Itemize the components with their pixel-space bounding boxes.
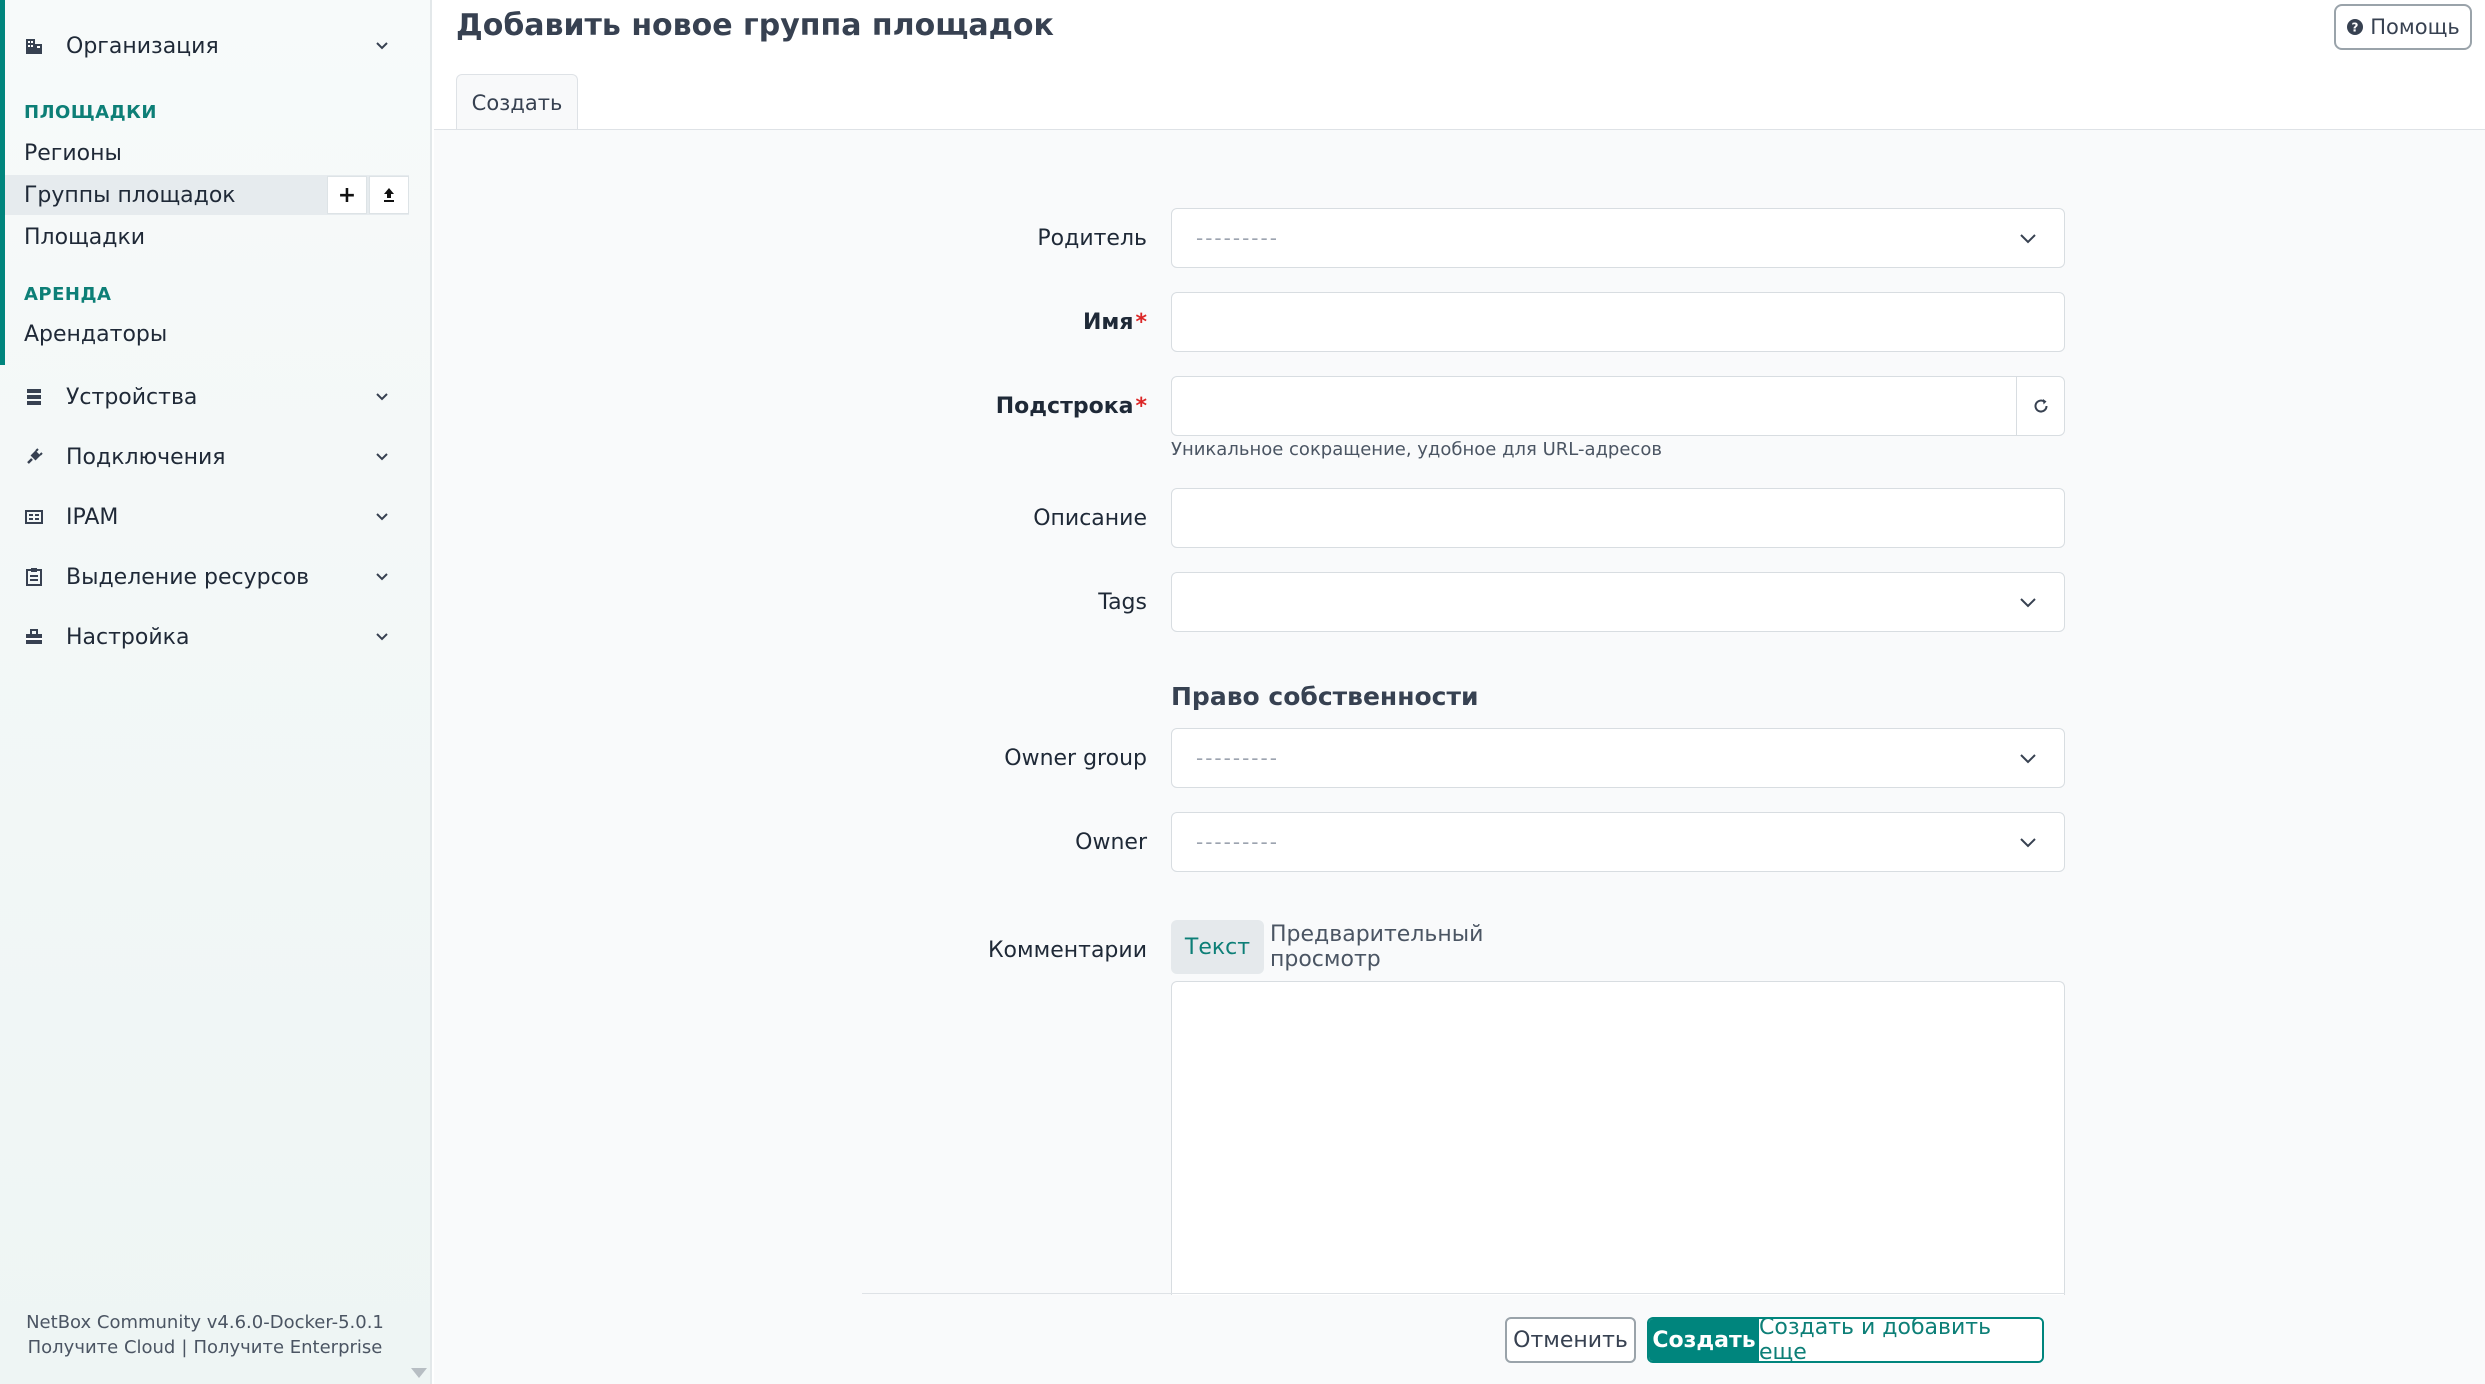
sidebar-item-tenants[interactable]: Арендаторы [5, 314, 409, 354]
add-site-group-button[interactable]: + [327, 176, 367, 214]
nav-section-customization[interactable]: Настройка [0, 607, 432, 667]
chevron-down-icon [372, 627, 392, 647]
parent-select[interactable]: --------- [1171, 208, 2065, 268]
sidebar-item-label: Площадки [24, 224, 146, 250]
nav-section-label: Выделение ресурсов [66, 564, 310, 590]
nav-section-connections[interactable]: Подключения [0, 427, 432, 487]
sidebar-item-label: Арендаторы [24, 321, 168, 347]
name-field[interactable] [1171, 292, 2065, 352]
nav-section-devices[interactable]: Устройства [0, 367, 432, 427]
sidebar-item-regions[interactable]: Регионы [5, 133, 409, 173]
svg-text:?: ? [2352, 21, 2359, 35]
server-icon [24, 387, 44, 407]
slug-label: Подстрока * [996, 376, 1147, 436]
owner-group-label: Owner group [1004, 745, 1147, 771]
sidebar-item-site-groups[interactable]: Группы площадок + [5, 175, 409, 215]
chevron-down-icon [372, 36, 392, 56]
owner-select[interactable]: --------- [1171, 812, 2065, 872]
owner-group-select[interactable]: --------- [1171, 728, 2065, 788]
chevron-down-icon [372, 387, 392, 407]
create-button[interactable]: Создать [1649, 1319, 1759, 1361]
tags-select[interactable] [1171, 572, 2065, 632]
slug-input[interactable] [1196, 394, 2016, 418]
ipam-icon [24, 507, 44, 527]
ownership-section-title: Право собственности [1171, 682, 1479, 711]
owner-label: Owner [1075, 829, 1147, 855]
question-circle-icon: ? [2347, 19, 2364, 35]
comments-textarea[interactable] [1171, 981, 2065, 1295]
slug-help-text: Уникальное сокращение, удобное для URL-а… [1171, 439, 1662, 460]
slug-field[interactable] [1171, 376, 2065, 436]
group-heading-tenancy: АРЕНДА [24, 284, 112, 305]
nav-section-provisioning[interactable]: Выделение ресурсов [0, 547, 432, 607]
tags-label: Tags [1098, 589, 1147, 615]
comments-label: Комментарии [987, 937, 1147, 963]
footer-links: Получите Cloud | Получите Enterprise [0, 1337, 410, 1358]
chevron-down-icon [2016, 233, 2040, 244]
required-marker: * [1135, 393, 1147, 419]
name-label: Имя * [1083, 292, 1147, 352]
nav-section-label: Устройства [66, 384, 198, 410]
required-marker: * [1135, 309, 1147, 335]
refresh-icon [2034, 399, 2048, 413]
chevron-down-icon [372, 447, 392, 467]
nav-section-label: IPAM [66, 504, 119, 530]
create-and-add-another-button[interactable]: Создать и добавить еще [1759, 1319, 2042, 1361]
chevron-down-icon [2016, 837, 2040, 848]
cancel-button[interactable]: Отменить [1505, 1317, 1636, 1363]
description-field[interactable] [1171, 488, 2065, 548]
page-title: Добавить новое группа площадок [456, 8, 1054, 43]
footer-separator: | [181, 1337, 188, 1358]
nav-section-label: Организация [66, 33, 219, 59]
group-heading-sites: ПЛОЩАДКИ [24, 102, 157, 123]
get-enterprise-link[interactable]: Получите Enterprise [193, 1337, 382, 1358]
description-input[interactable] [1196, 506, 2040, 530]
scroll-down-icon[interactable] [411, 1368, 427, 1378]
owner-group-select-value: --------- [1196, 746, 1279, 770]
chevron-down-icon [372, 567, 392, 587]
regenerate-slug-button[interactable] [2016, 377, 2064, 435]
name-input[interactable] [1196, 310, 2040, 334]
get-cloud-link[interactable]: Получите Cloud [28, 1337, 176, 1358]
chevron-down-icon [2016, 753, 2040, 764]
tab-create[interactable]: Создать [456, 74, 578, 130]
tab-preview[interactable]: Предварительный просмотр [1270, 920, 1588, 974]
sidebar: Организация ПЛОЩАДКИ Регионы Группы площ… [0, 0, 432, 1384]
clipboard-icon [24, 567, 44, 587]
chevron-down-icon [2016, 597, 2040, 608]
form-footer-divider [862, 1293, 2065, 1294]
sidebar-item-label: Регионы [24, 140, 122, 166]
tab-text[interactable]: Текст [1171, 920, 1264, 974]
chevron-down-icon [372, 507, 392, 527]
parent-label: Родитель [1037, 225, 1147, 251]
sidebar-item-sites[interactable]: Площадки [5, 217, 409, 257]
slug-label-text: Подстрока [995, 393, 1134, 419]
name-label-text: Имя [1082, 309, 1134, 335]
tab-divider [434, 129, 2485, 130]
nav-section-organization[interactable]: Организация [0, 16, 432, 76]
sidebar-item-label: Группы площадок [24, 182, 236, 208]
nav-section-label: Подключения [66, 444, 226, 470]
import-site-groups-button[interactable] [369, 176, 409, 214]
parent-select-value: --------- [1196, 226, 1279, 250]
upload-icon [384, 188, 394, 202]
owner-select-value: --------- [1196, 830, 1279, 854]
toolbox-icon [24, 627, 44, 647]
nav-section-label: Настройка [66, 624, 190, 650]
plug-icon [24, 447, 44, 467]
footer-version: NetBox Community v4.6.0-Docker-5.0.1 [26, 1312, 384, 1333]
building-icon [24, 36, 44, 56]
help-button-label: Помощь [2370, 15, 2460, 39]
submit-button-group: Создать Создать и добавить еще [1647, 1317, 2044, 1363]
help-button[interactable]: ? Помощь [2334, 4, 2472, 50]
nav-section-ipam[interactable]: IPAM [0, 487, 432, 547]
description-label: Описание [1033, 505, 1147, 531]
